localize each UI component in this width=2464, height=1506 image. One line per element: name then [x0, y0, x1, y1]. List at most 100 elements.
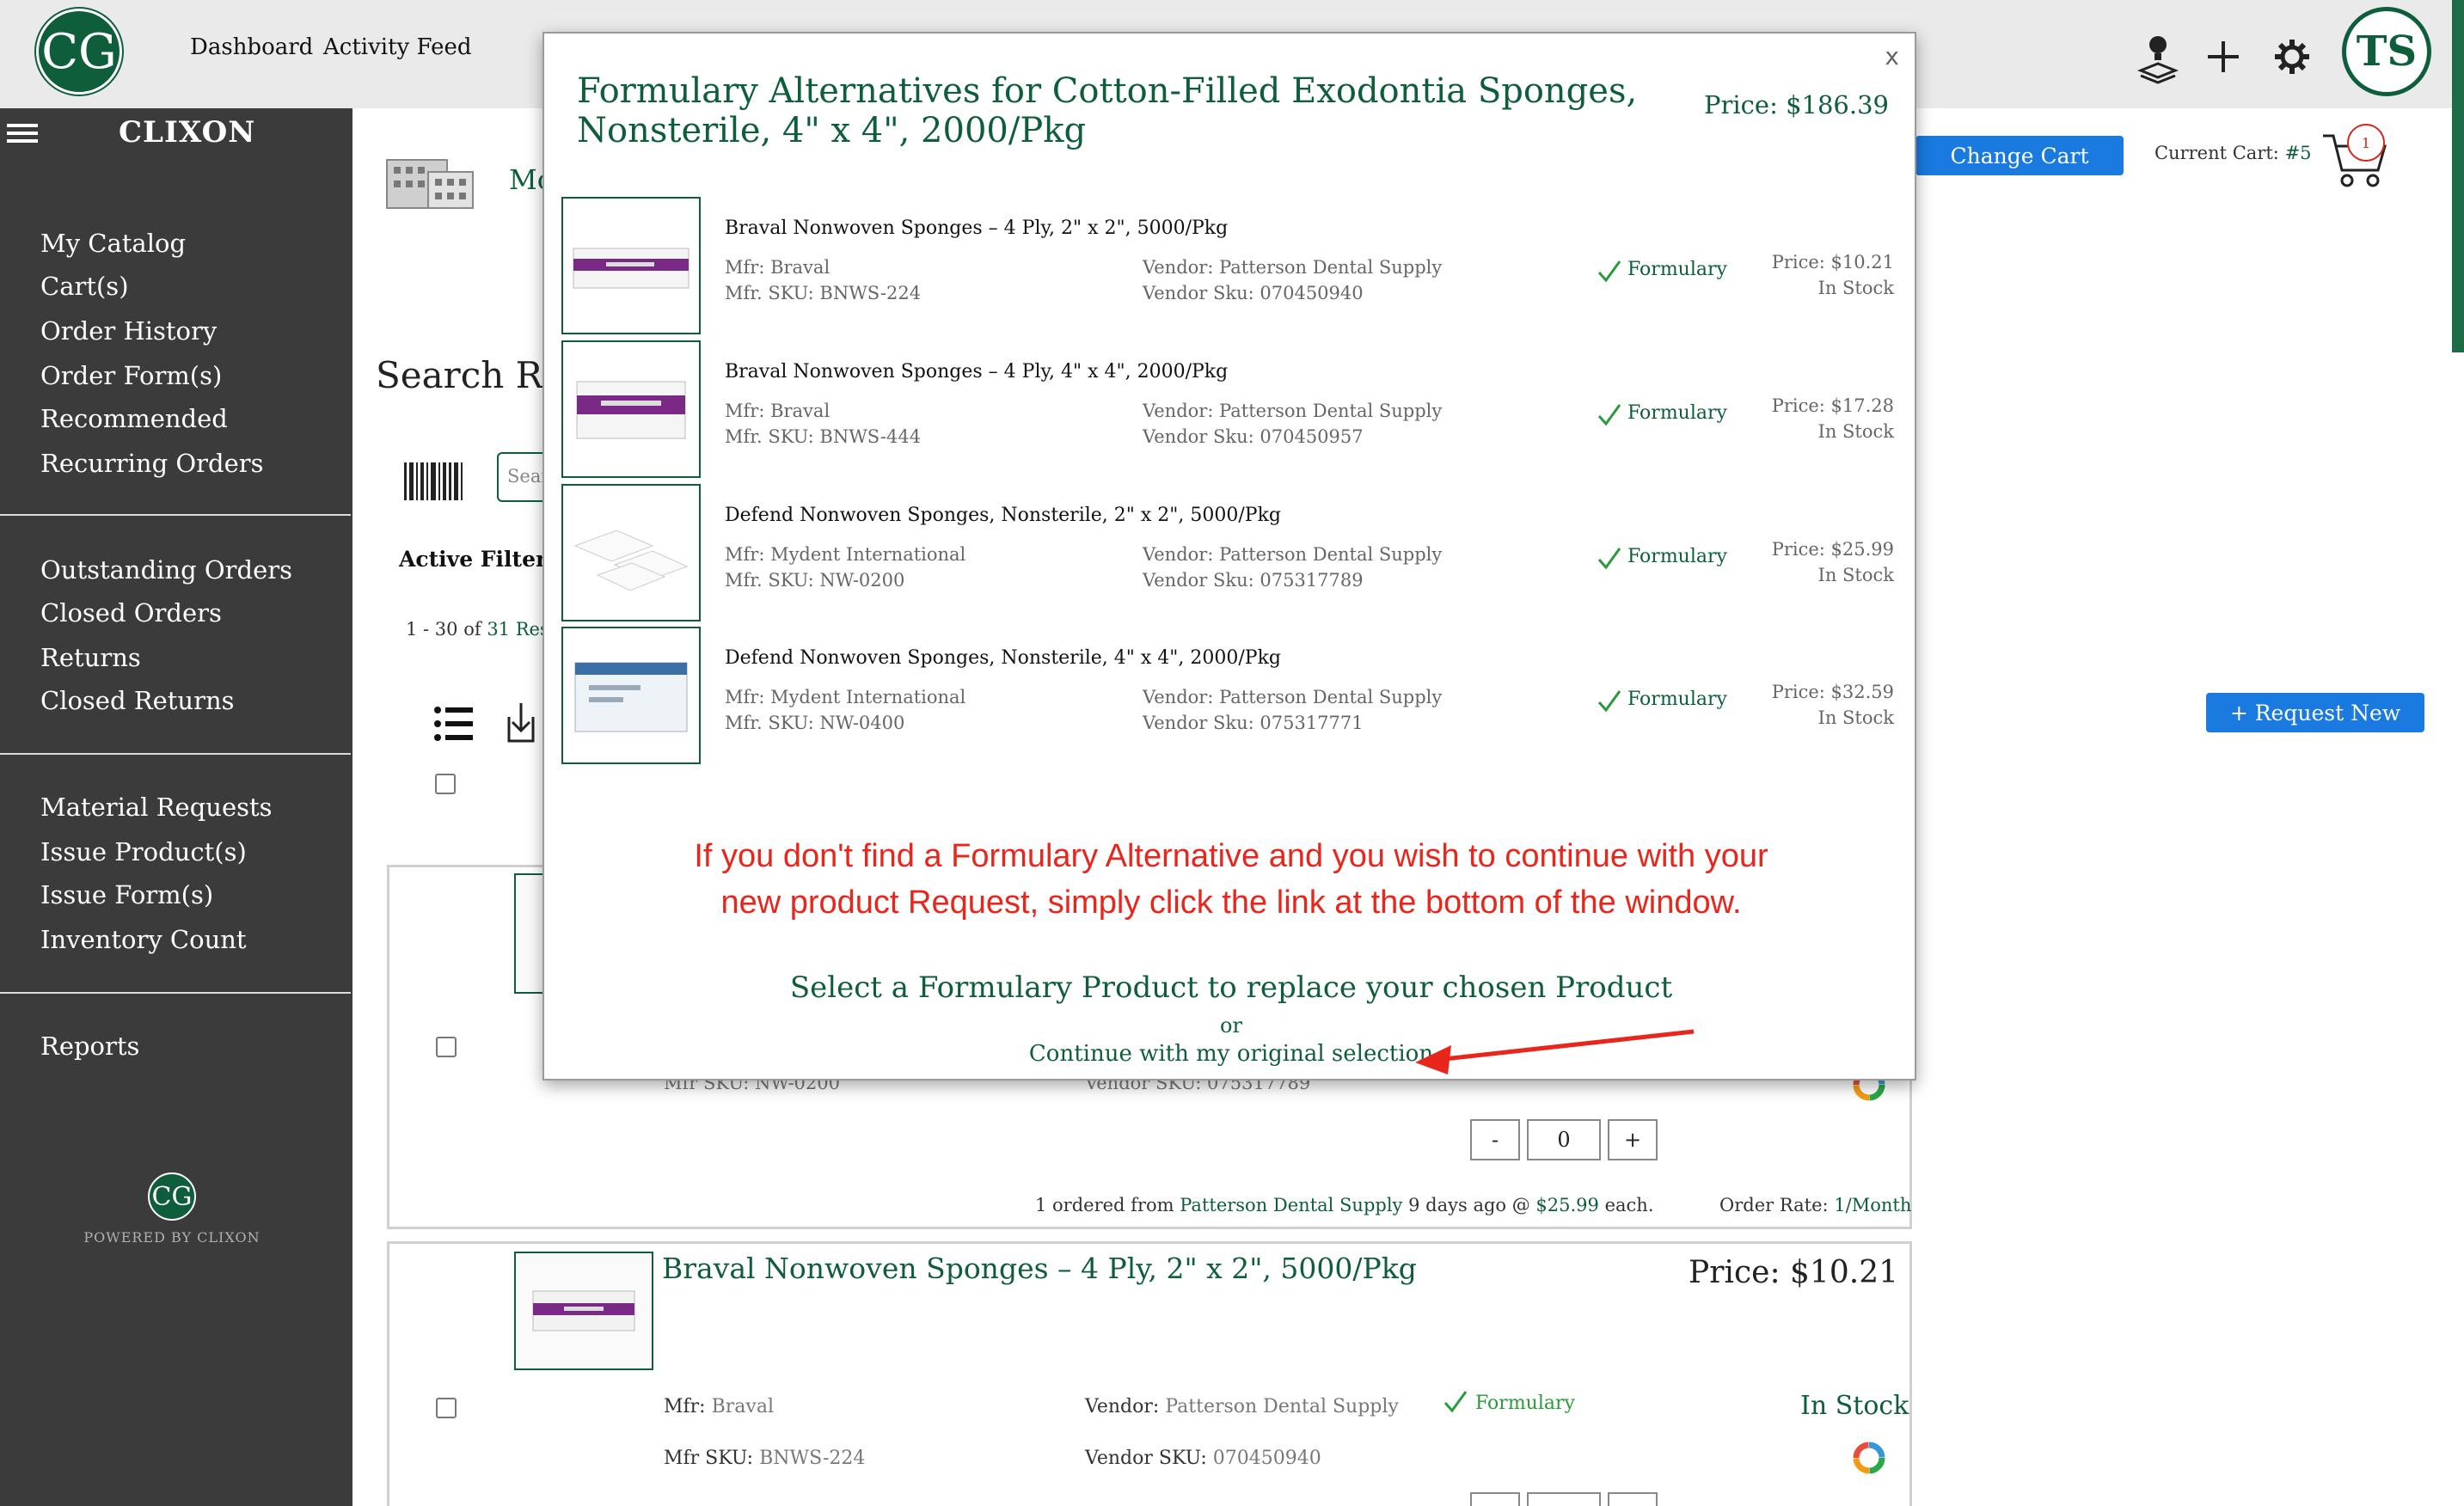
order-history-price: $25.99	[1535, 1195, 1599, 1215]
request-new-button[interactable]: + Request New	[2206, 693, 2424, 732]
qty-plus-button[interactable]	[1608, 1492, 1658, 1506]
qty-plus-button[interactable]: +	[1608, 1119, 1658, 1160]
modal-title: Formulary Alternatives for Cotton-Filled…	[577, 71, 1637, 150]
sidebar-item-order-history[interactable]: Order History	[40, 316, 217, 346]
building-icon	[378, 150, 480, 210]
formulary-label: Formulary	[1627, 689, 1727, 710]
alternative-price: Price: $17.28	[1771, 395, 1894, 416]
alternative-price-stock: Price: $25.99 In Stock	[1772, 539, 1894, 585]
select-prompt: Select a Formulary Product to replace yo…	[789, 970, 1673, 1005]
barcode-icon[interactable]	[397, 456, 469, 507]
sidebar-item-issue-products[interactable]: Issue Product(s)	[40, 837, 247, 866]
product-title-link[interactable]: Braval Nonwoven Sponges – 4 Ply, 2" x 2"…	[662, 1252, 1417, 1285]
mfr-sku-label: Mfr SKU:	[664, 1448, 754, 1469]
gear-icon[interactable]	[2273, 38, 2311, 76]
results-count: 1 - 30 of 31 Resu	[406, 619, 561, 640]
sidebar-item-closed-orders[interactable]: Closed Orders	[40, 598, 222, 628]
notice-line2: new product Request, simply click the li…	[720, 885, 1742, 921]
sidebar-item-carts[interactable]: Cart(s)	[40, 272, 129, 301]
select-all-checkbox[interactable]	[435, 774, 456, 794]
formulary-alternatives-modal: x Formulary Alternatives for Cotton-Fill…	[542, 32, 1916, 1081]
qty-minus-button[interactable]	[1470, 1492, 1520, 1506]
checkmark-icon	[1597, 404, 1621, 426]
alternative-thumbnail[interactable]	[561, 340, 701, 478]
alternative-name[interactable]: Defend Nonwoven Sponges, Nonsterile, 4" …	[725, 647, 1281, 669]
current-cart-value[interactable]: #5	[2285, 143, 2312, 163]
powered-by: POWERED BY CLIXON	[83, 1229, 260, 1246]
sidebar-item-recurring-orders[interactable]: Recurring Orders	[40, 449, 264, 478]
alternative-mfr: Mfr: Mydent International	[725, 687, 966, 707]
order-rate-label: Order Rate:	[1719, 1195, 1829, 1215]
product-vendor: Vendor: Patterson Dental Supply	[1085, 1396, 1399, 1417]
formulary-label: Formulary	[1627, 402, 1727, 424]
product-price: Price: $10.21	[1689, 1255, 1898, 1290]
nav-activity-feed[interactable]: Activity Feed	[323, 34, 472, 60]
alternative-row[interactable]: Braval Nonwoven Sponges – 4 Ply, 2" x 2"…	[561, 197, 1903, 334]
current-cart-label: Current Cart: #5	[2154, 143, 2312, 163]
alternative-name[interactable]: Braval Nonwoven Sponges – 4 Ply, 2" x 2"…	[725, 217, 1228, 239]
add-icon[interactable]	[2204, 38, 2242, 76]
product-mfr-sku: Mfr SKU: BNWS-224	[664, 1448, 865, 1469]
alternative-row[interactable]: Braval Nonwoven Sponges – 4 Ply, 4" x 4"…	[561, 340, 1903, 478]
alternative-mfr: Mfr: Braval	[725, 401, 831, 421]
checkmark-icon	[1597, 548, 1621, 570]
checkmark-icon	[1443, 1389, 1468, 1415]
sidebar-item-returns[interactable]: Returns	[40, 643, 141, 672]
vendor-sku-label: Vendor SKU:	[1085, 1448, 1207, 1469]
alternative-vendor-sku: Vendor Sku: 070450957	[1143, 426, 1364, 447]
alternative-vendor: Vendor: Patterson Dental Supply	[1143, 687, 1443, 707]
alternative-mfr: Mfr: Braval	[725, 257, 831, 278]
alternative-vendor: Vendor: Patterson Dental Supply	[1143, 257, 1443, 278]
sidebar-item-order-forms[interactable]: Order Form(s)	[40, 361, 222, 390]
sidebar-item-material-requests[interactable]: Material Requests	[40, 793, 273, 822]
product-checkbox[interactable]	[436, 1037, 457, 1057]
alternative-name[interactable]: Braval Nonwoven Sponges – 4 Ply, 4" x 4"…	[725, 361, 1228, 383]
qty-input[interactable]: 0	[1527, 1119, 1601, 1160]
sidebar-item-closed-returns[interactable]: Closed Returns	[40, 686, 235, 715]
checkmark-icon	[1597, 260, 1621, 283]
sidebar-item-reports[interactable]: Reports	[40, 1032, 139, 1061]
list-view-icon[interactable]	[433, 705, 473, 743]
modal-close-button[interactable]: x	[1885, 42, 1899, 70]
user-avatar[interactable]: TS	[2342, 7, 2431, 96]
app-logo[interactable]: CG	[36, 9, 122, 95]
order-history-vendor[interactable]: Patterson Dental Supply	[1180, 1195, 1402, 1215]
sidebar-brand: CLIXON	[119, 115, 256, 150]
sidebar-item-recommended[interactable]: Recommended	[40, 404, 228, 433]
product-vendor-sku: Vendor SKU: 070450940	[1085, 1448, 1321, 1469]
qty-input[interactable]	[1527, 1492, 1601, 1506]
sidebar-item-outstanding-orders[interactable]: Outstanding Orders	[40, 555, 292, 585]
sidebar-divider	[0, 514, 351, 516]
alternative-stock: In Stock	[1817, 565, 1894, 585]
menu-icon[interactable]	[7, 123, 38, 144]
alternative-vendor: Vendor: Patterson Dental Supply	[1143, 544, 1443, 565]
formulary-label: Formulary	[1627, 259, 1727, 280]
product-thumbnail[interactable]	[514, 873, 545, 994]
order-rate-value: 1/Month	[1834, 1195, 1912, 1215]
sidebar-item-inventory-count[interactable]: Inventory Count	[40, 925, 247, 954]
alternative-row[interactable]: Defend Nonwoven Sponges, Nonsterile, 4" …	[561, 627, 1903, 764]
alternative-thumbnail[interactable]	[561, 197, 701, 334]
product-checkbox[interactable]	[436, 1398, 457, 1418]
qty-minus-button[interactable]: -	[1470, 1119, 1520, 1160]
search-input[interactable]: Sear	[497, 452, 549, 502]
alternative-name[interactable]: Defend Nonwoven Sponges, Nonsterile, 2" …	[725, 505, 1281, 526]
sidebar-item-my-catalog[interactable]: My Catalog	[40, 229, 186, 258]
recurring-icon[interactable]	[1850, 1439, 1888, 1477]
alternative-row[interactable]: Defend Nonwoven Sponges, Nonsterile, 2" …	[561, 484, 1903, 621]
sidebar-item-issue-forms[interactable]: Issue Form(s)	[40, 880, 213, 909]
footer-logo: CG	[148, 1172, 196, 1221]
change-cart-button[interactable]: Change Cart	[1915, 136, 2124, 175]
page-scrollbar[interactable]	[2452, 0, 2464, 352]
download-icon[interactable]	[504, 700, 538, 744]
product-mfr: Mfr: Braval	[664, 1396, 774, 1417]
alternative-thumbnail[interactable]	[561, 484, 701, 621]
order-history-suffix: each.	[1604, 1195, 1654, 1215]
nav-dashboard[interactable]: Dashboard	[190, 34, 313, 60]
alternative-vendor-sku: Vendor Sku: 075317771	[1143, 713, 1364, 733]
continue-original-link[interactable]: Continue with my original selection	[544, 1041, 1918, 1067]
lightbulb-book-icon[interactable]	[2136, 33, 2180, 84]
alternative-thumbnail[interactable]	[561, 627, 701, 764]
product-thumbnail[interactable]	[514, 1252, 653, 1370]
alternative-price-stock: Price: $10.21 In Stock	[1772, 252, 1894, 298]
